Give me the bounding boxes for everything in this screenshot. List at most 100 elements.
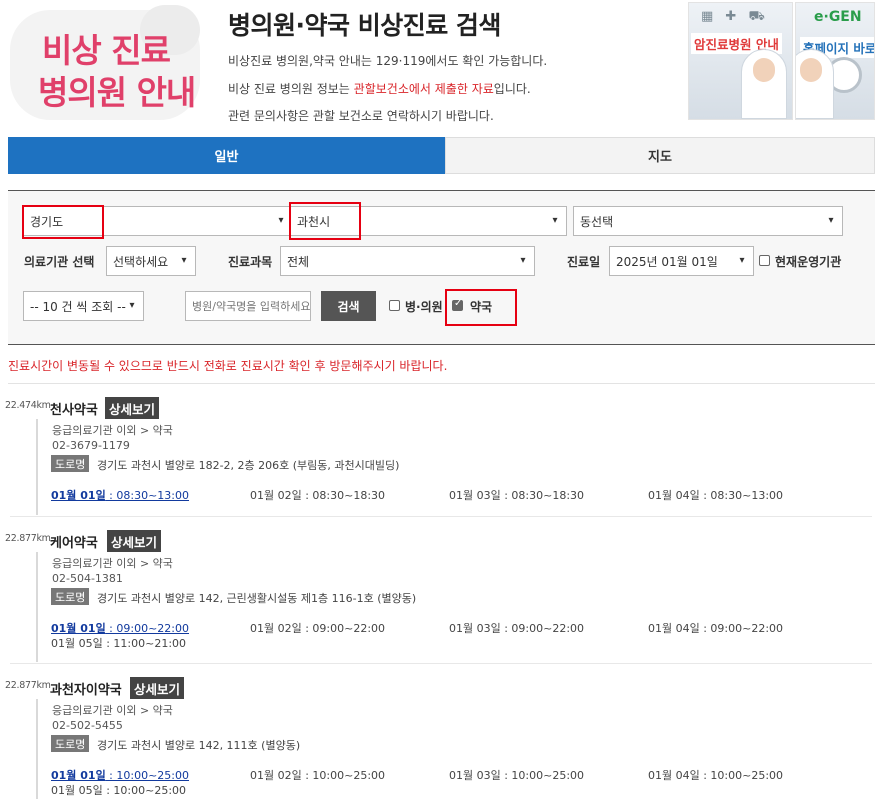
detail-button[interactable]: 상세보기 [107,530,162,552]
dong-select-value: 동선택 [580,214,614,229]
hours-time: : 09:00~22:00 [301,622,386,635]
emergency-care-logo: 비상 진료 병의원 안내 [0,0,218,132]
hours-day: 01월 03일 [449,622,501,635]
distance: 22.877km [5,680,51,691]
open-now-checkbox[interactable] [759,255,770,266]
facility-category: 응급의료기관 이외 > 약국 [52,704,173,717]
hours-day-2: 01월 02일 : 08:30~18:30 [250,487,385,503]
page-header: 비상 진료 병의원 안내 병의원·약국 비상진료 검색 비상진료 병의원,약국 … [0,0,875,132]
facility-address: 경기도 과천시 별양로 142, 111호 (별양동) [97,739,301,752]
timeline-line [36,552,38,662]
facility-name[interactable]: 과천자이약국 [50,679,122,698]
hours-day-5: 01월 05일 : 10:00~25:00 [51,782,186,798]
hours-day: 01월 01일 [51,769,106,782]
hours-time: : 10:00~25:00 [105,769,190,782]
timeline-line [36,699,38,799]
result-divider [10,516,872,517]
hours-time: : 09:00~22:00 [699,622,784,635]
result-divider [10,663,872,664]
search-button[interactable]: 검색 [321,291,376,321]
facility-name[interactable]: 천사약국 [50,399,98,418]
hours-day: 01월 01일 [51,489,106,502]
institution-select[interactable]: 선택하세요 ▾ [106,246,196,276]
doctor-face [753,58,775,82]
list-divider [8,383,875,384]
hours-time: : 11:00~21:00 [102,637,187,650]
tab-general[interactable]: 일반 [8,137,445,174]
hours-day-2: 01월 02일 : 09:00~22:00 [250,620,385,636]
hospital-pharmacy-icons: ▦ ✚ ⛟ [701,9,769,24]
cancer-hospital-banner[interactable]: ▦ ✚ ⛟ 암진료병원 안내 [688,2,793,120]
facility-category: 응급의료기관 이외 > 약국 [52,424,173,437]
road-address-badge: 도로명 [51,735,90,752]
chevron-down-icon: ▾ [552,215,558,226]
hours-day-4: 01월 04일 : 09:00~22:00 [648,620,783,636]
view-tabs: 일반 지도 [8,137,875,174]
hours-time: : 10:00~25:00 [500,769,585,782]
info-source-suffix: 입니다. [493,82,531,96]
hours-day-3: 01월 03일 : 08:30~18:30 [449,487,584,503]
facility-phone: 02-3679-1179 [52,439,130,452]
hospital-checkbox[interactable] [389,300,400,311]
dong-select[interactable]: 동선택 ▾ [573,206,843,236]
hours-time: : 09:00~22:00 [105,622,190,635]
hours-day: 01월 02일 [250,769,302,782]
doctor-illustration [796,49,834,119]
timeline-line [36,419,38,515]
facility-address: 경기도 과천시 별양로 182-2, 2층 206호 (부림동, 과천시대빌딩) [97,459,400,472]
highlight-province [22,205,104,239]
search-filter-panel: 경기도 ▾ 과천시 ▾ 동선택 ▾ 의료기관 선택 선택하세요 ▾ 진료과목 전… [8,190,875,345]
hours-day-5: 01월 05일 : 11:00~21:00 [51,635,186,651]
egov-homepage-banner[interactable]: e·GEN 홈페이지 바로가 [795,2,875,120]
hours-day-2: 01월 02일 : 10:00~25:00 [250,767,385,783]
tab-map[interactable]: 지도 [445,137,875,174]
road-address-badge: 도로명 [51,455,90,472]
hours-day: 01월 03일 [449,769,501,782]
facility-address: 경기도 과천시 별양로 142, 근린생활시설동 제1층 116-1호 (별양동… [97,592,417,605]
department-select-value: 전체 [287,254,310,269]
hours-time: : 08:30~13:00 [699,489,784,502]
hours-time: : 10:00~25:00 [301,769,386,782]
hours-today[interactable]: 01월 01일 : 09:00~22:00 [51,620,189,636]
hours-day: 01월 02일 [250,489,302,502]
hours-day: 01월 04일 [648,489,700,502]
list-item: 22.877km 과천자이약국 상세보기 응급의료기관 이외 > 약국 02-5… [0,677,875,799]
facility-category: 응급의료기관 이외 > 약국 [52,557,173,570]
hours-time: : 08:30~18:30 [301,489,386,502]
detail-button[interactable]: 상세보기 [130,677,185,699]
chevron-down-icon: ▾ [181,255,187,266]
search-input[interactable] [185,291,311,321]
hours-day: 01월 04일 [648,769,700,782]
hours-day: 01월 03일 [449,489,501,502]
page-size-select[interactable]: -- 10 건 씩 조회 -- ▾ [23,291,144,321]
doctor-illustration [741,49,787,119]
date-select-value: 2025년 01월 01일 [616,254,718,269]
facility-phone: 02-502-5455 [52,719,123,732]
department-select[interactable]: 전체 ▾ [280,246,535,276]
logo-text-line2: 병의원 안내 [38,73,196,112]
info-source-prefix: 비상 진료 병의원 정보는 [228,82,354,96]
list-item: 22.877km 케어약국 상세보기 응급의료기관 이외 > 약국 02-504… [0,530,875,662]
chevron-down-icon: ▾ [828,215,834,226]
distance: 22.474km [5,400,51,411]
egen-logo-icon: e·GEN [814,9,862,25]
facility-name[interactable]: 케어약국 [50,532,98,551]
doctor-face [800,58,822,82]
hours-notice: 진료시간이 변동될 수 있으므로 반드시 전화로 진료시간 확인 후 방문해주시… [8,359,448,373]
info-line-phone: 비상진료 병의원,약국 안내는 129·119에서도 확인 가능합니다. [228,54,548,68]
list-item: 22.474km 천사약국 상세보기 응급의료기관 이외 > 약국 02-367… [0,397,875,515]
hours-today[interactable]: 01월 01일 : 08:30~13:00 [51,487,189,503]
hours-today[interactable]: 01월 01일 : 10:00~25:00 [51,767,189,783]
date-select[interactable]: 2025년 01월 01일 ▾ [609,246,754,276]
info-line-contact: 관련 문의사항은 관할 보건소로 연락하시기 바랍니다. [228,109,494,123]
facility-phone: 02-504-1381 [52,572,123,585]
info-source-highlight: 관할보건소에서 제출한 자료 [353,82,494,96]
hours-day-4: 01월 04일 : 10:00~25:00 [648,767,783,783]
department-label: 진료과목 [228,255,273,269]
detail-button[interactable]: 상세보기 [105,397,160,419]
institution-select-value: 선택하세요 [113,254,169,269]
page-size-select-value: -- 10 건 씩 조회 -- [30,299,126,314]
hospital-label: 병·의원 [405,300,443,314]
logo-text-line1: 비상 진료 [42,31,171,70]
hours-time: : 08:30~13:00 [105,489,190,502]
